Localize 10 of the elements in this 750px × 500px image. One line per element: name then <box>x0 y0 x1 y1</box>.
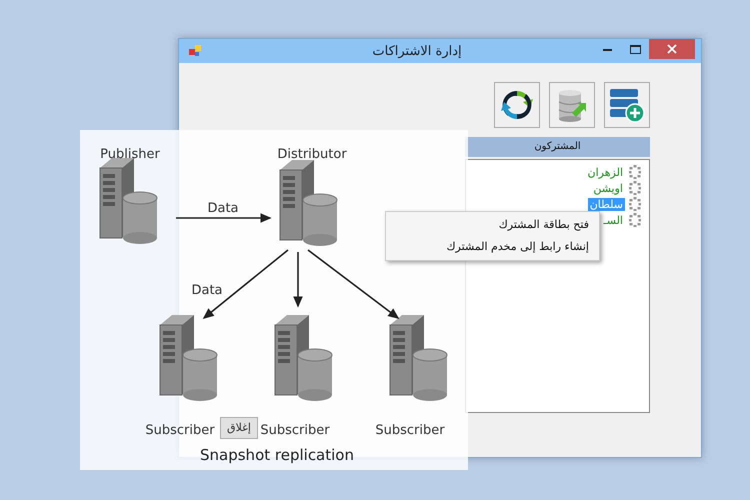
node-label: Subscriber <box>260 423 330 438</box>
node-label: Subscriber <box>375 423 445 438</box>
window-title: إدارة الاشتراكات <box>371 44 463 58</box>
diagram-title: Snapshot replication <box>200 446 354 464</box>
node-label: Publisher <box>100 147 160 162</box>
node-label: Distributor <box>277 147 347 162</box>
edge-label: Data <box>207 201 239 216</box>
node-label: Subscriber <box>145 423 215 438</box>
edge-label: Data <box>191 283 223 298</box>
list-header: المشتركون <box>465 137 650 157</box>
